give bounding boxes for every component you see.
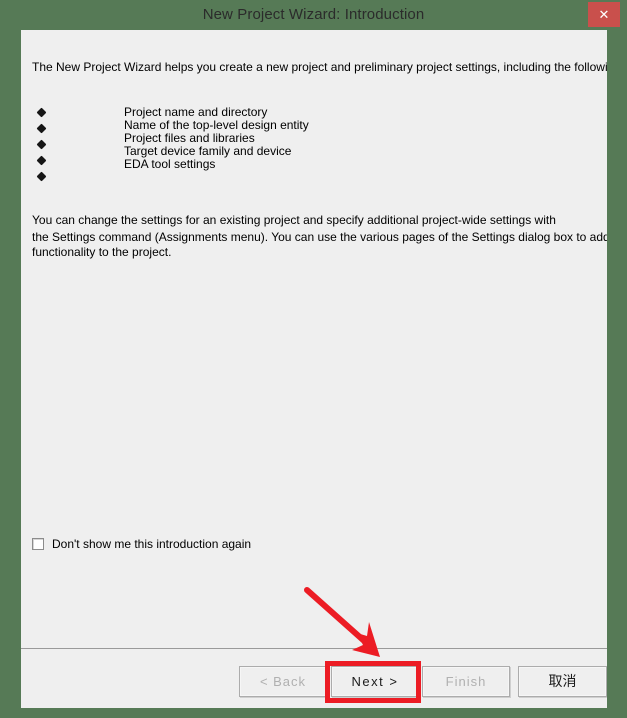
next-button[interactable]: Next >: [331, 666, 419, 697]
paragraph-line: You can change the settings for an exist…: [32, 213, 556, 227]
bullet-markers: [36, 107, 52, 189]
bullet-marker: [36, 139, 47, 150]
footer-divider: [21, 648, 607, 649]
bullet-marker: [36, 123, 47, 134]
feature-list: Project name and directory Name of the t…: [124, 106, 309, 171]
title-bar: New Project Wizard: Introduction ✕: [0, 0, 627, 30]
bullet-marker: [36, 171, 47, 182]
settings-paragraph: You can change the settings for an exist…: [32, 213, 607, 259]
dont-show-again-checkbox[interactable]: Don't show me this introduction again: [32, 536, 251, 552]
paragraph-line: functionality to the project.: [32, 245, 172, 259]
finish-button[interactable]: Finish: [422, 666, 510, 697]
dialog-window: New Project Wizard: Introduction ✕ The N…: [0, 0, 627, 718]
list-item: EDA tool settings: [124, 157, 216, 171]
cancel-button[interactable]: 取消: [518, 666, 607, 697]
intro-paragraph: The New Project Wizard helps you create …: [32, 60, 607, 74]
bullet-marker: [36, 155, 47, 166]
back-button[interactable]: < Back: [239, 666, 327, 697]
checkbox-box[interactable]: [32, 538, 44, 550]
window-title: New Project Wizard: Introduction: [202, 6, 425, 23]
paragraph-line: the Settings command (Assignments menu).…: [32, 230, 607, 244]
close-icon[interactable]: ✕: [588, 2, 620, 27]
bullet-marker: [36, 107, 47, 118]
dialog-client-area: The New Project Wizard helps you create …: [21, 30, 607, 708]
checkbox-label: Don't show me this introduction again: [52, 537, 252, 551]
